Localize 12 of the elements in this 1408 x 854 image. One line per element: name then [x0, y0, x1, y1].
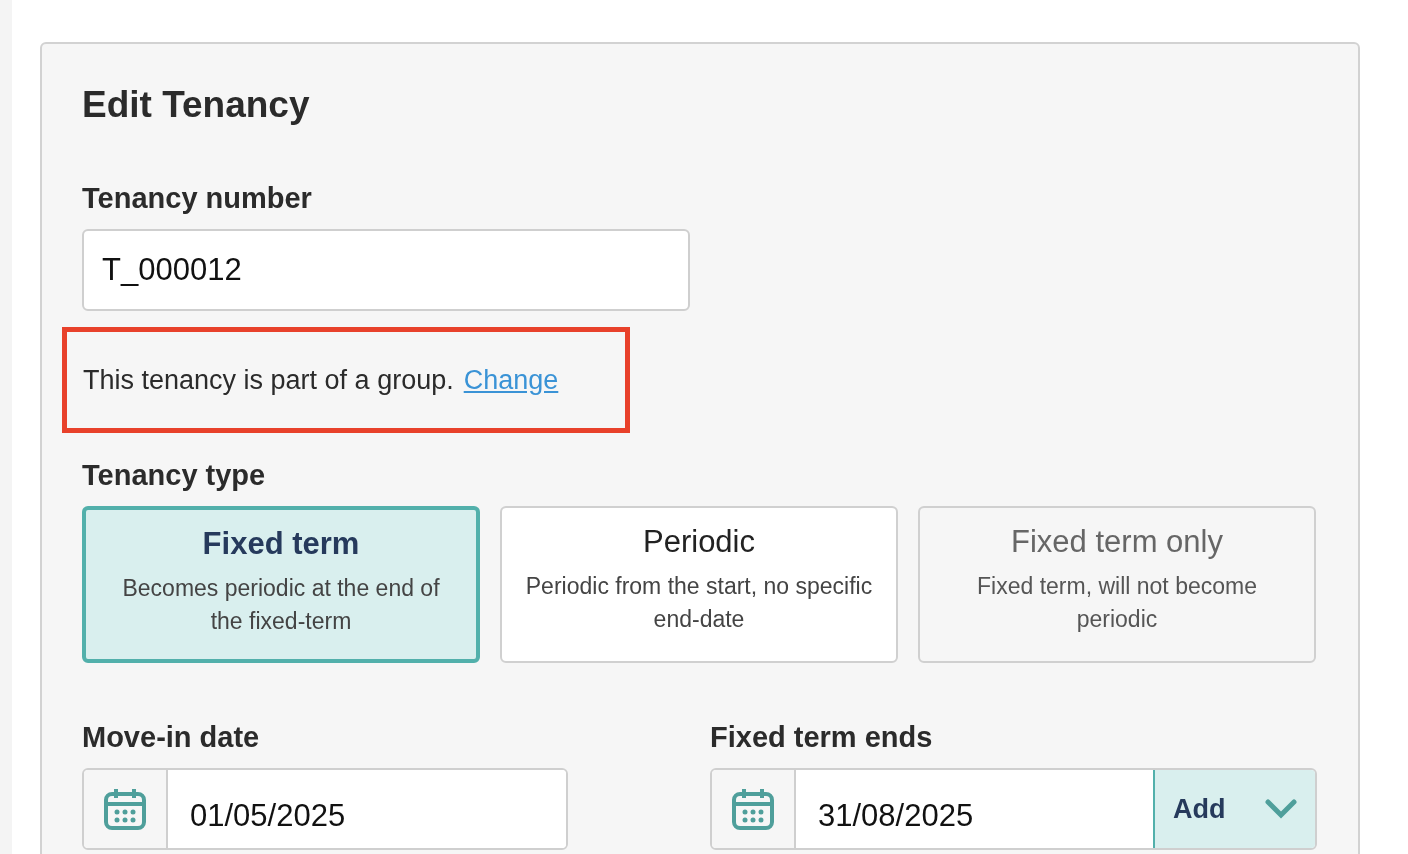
tenancy-type-option[interactable]: Fixed term Becomes periodic at the end of the fixed-term: [82, 506, 480, 663]
add-dropdown-button[interactable]: Add: [1153, 770, 1315, 848]
date-field[interactable]: 01/05/2025: [82, 768, 568, 850]
field-label: Move-in date: [82, 721, 261, 754]
tenancy-type-option[interactable]: Periodic Periodic from the start, no specific end-date: [500, 506, 898, 663]
field-label: Tenancy number: [82, 182, 313, 215]
tenancy-number-field[interactable]: T_000012: [82, 229, 690, 311]
form-title: Edit Tenancy: [82, 84, 310, 126]
group-notice: This tenancy is part of a group.: [83, 364, 454, 396]
date-field[interactable]: 31/08/2025 Add: [710, 768, 1317, 850]
field-label: Fixed term ends: [710, 721, 934, 754]
field-label: Tenancy type: [82, 459, 267, 492]
